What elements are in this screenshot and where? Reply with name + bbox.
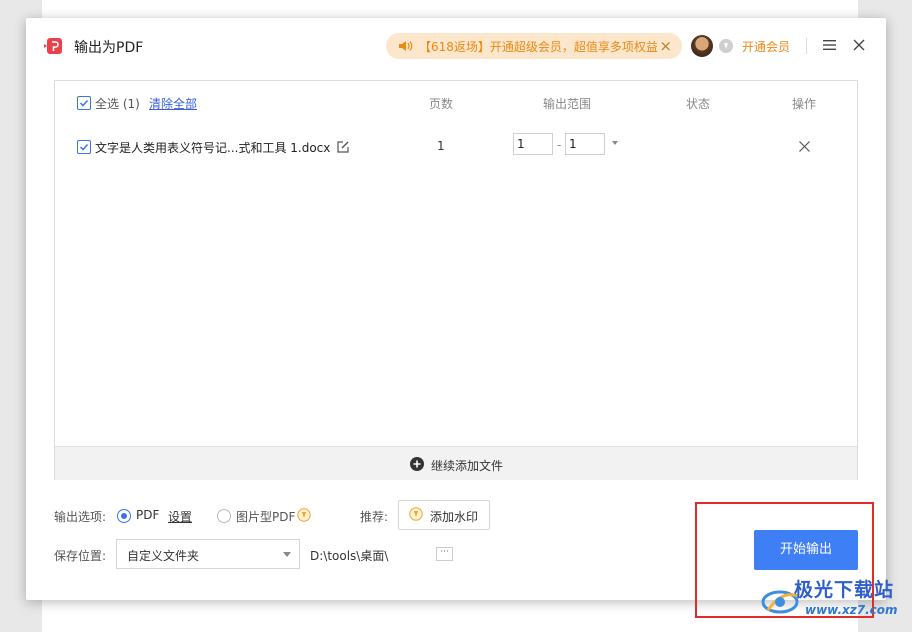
promo-close-icon[interactable]: × [659, 37, 672, 55]
close-icon[interactable] [853, 39, 865, 51]
radio-pdf[interactable] [117, 509, 131, 523]
range-to-input[interactable]: 1 [565, 133, 605, 155]
option-pdf-label: PDF [136, 508, 160, 522]
table-row: 文字是人类用表义符号记...式和工具 1.docx 1 1 - 1 [55, 125, 857, 169]
save-path: D:\tools\桌面\ [310, 549, 389, 563]
dialog-title: 输出为PDF [74, 40, 144, 56]
promo-banner[interactable]: 【618返场】开通超级会员，超值享多项权益 × [386, 33, 682, 59]
add-watermark-label: 添加水印 [430, 510, 479, 524]
site-watermark-url: www.xz7.com [805, 603, 898, 617]
save-location-label: 保存位置: [54, 549, 107, 563]
save-folder-value: 自定义文件夹 [127, 549, 200, 563]
site-watermark-title: 极光下载站 [794, 579, 895, 601]
watermark-icon [409, 507, 423, 521]
edit-icon[interactable] [336, 140, 350, 154]
add-circle-icon [410, 457, 424, 471]
speaker-icon [399, 41, 413, 51]
pdf-app-icon [44, 38, 62, 54]
avatar[interactable] [691, 35, 713, 57]
check-icon [79, 99, 89, 107]
open-vip-link[interactable]: 开通会员 [742, 38, 790, 55]
pdf-settings-link[interactable]: 设置 [168, 508, 192, 525]
column-header-action: 操作 [792, 97, 817, 111]
select-all-label: 全选 (1) [95, 97, 140, 111]
add-watermark-button[interactable]: 添加水印 [398, 500, 490, 530]
coin-icon [719, 39, 733, 53]
file-list-panel: 全选 (1) 清除全部 页数 输出范围 状态 操作 文字是人类用表义符号记...… [54, 80, 858, 480]
column-header-status: 状态 [686, 97, 711, 111]
vip-badge-icon [297, 508, 311, 522]
delete-icon[interactable] [799, 141, 810, 152]
promo-text: 【618返场】开通超级会员，超值享多项权益 [419, 39, 658, 54]
file-page-count: 1 [437, 139, 445, 153]
column-header-range: 输出范围 [543, 97, 592, 111]
check-icon [79, 143, 89, 151]
column-header-pages: 页数 [429, 97, 454, 111]
option-image-pdf-label: 图片型PDF [236, 510, 296, 524]
menu-icon[interactable] [823, 39, 836, 51]
add-more-files-button[interactable]: 继续添加文件 [55, 446, 857, 480]
add-more-files-label: 继续添加文件 [431, 459, 504, 473]
file-checkbox[interactable] [77, 140, 91, 154]
output-options-label: 输出选项: [54, 510, 107, 524]
file-list-header: 全选 (1) 清除全部 页数 输出范围 状态 操作 [55, 81, 857, 125]
file-name: 文字是人类用表义符号记...式和工具 1.docx [95, 141, 331, 155]
recommend-label: 推荐: [360, 510, 389, 524]
clear-all-link[interactable]: 清除全部 [149, 95, 197, 112]
save-folder-select[interactable]: 自定义文件夹 [116, 539, 300, 569]
range-separator: - [557, 138, 562, 152]
select-all-checkbox[interactable] [77, 96, 91, 110]
chevron-down-icon[interactable] [612, 141, 618, 145]
radio-image-pdf[interactable] [217, 509, 231, 523]
range-from-input[interactable]: 1 [513, 133, 553, 155]
header-divider [806, 38, 807, 54]
chevron-down-icon [283, 552, 291, 557]
browse-path-button[interactable]: ··· [436, 547, 453, 561]
